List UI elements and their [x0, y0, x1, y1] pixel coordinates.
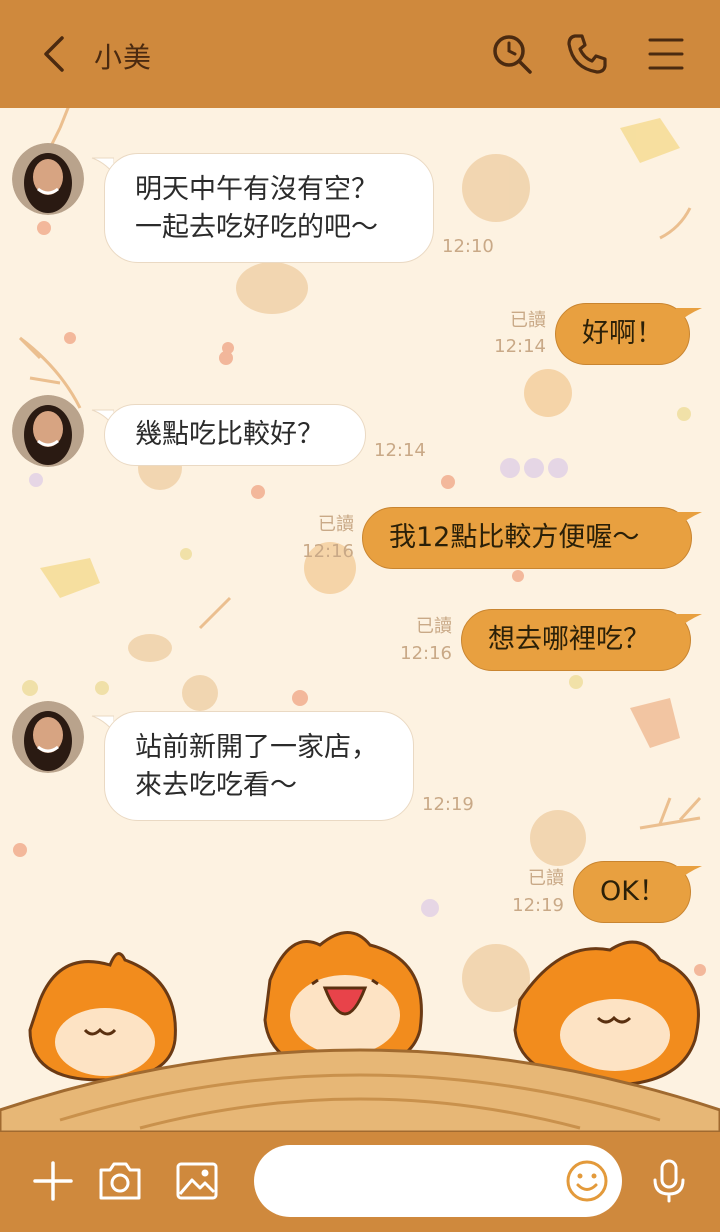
message-bubble-outgoing[interactable]: 好啊！ [555, 303, 690, 365]
message-text: 我12點比較方便喔～ [389, 522, 640, 553]
message-time: 12:19 [422, 794, 474, 815]
message-bubble-outgoing[interactable]: OK！ [573, 861, 691, 923]
message-bubble-incoming[interactable]: 站前新開了一家店， 來去吃吃看～ [104, 711, 414, 821]
read-receipt: 已讀 [318, 514, 354, 535]
message-text: 好啊！ [582, 318, 663, 349]
message-time: 12:16 [400, 643, 452, 664]
menu-icon[interactable] [642, 30, 690, 78]
chat-header: 小美 [0, 0, 720, 108]
message-text: 來去吃吃看～ [135, 770, 297, 801]
microphone-icon[interactable] [646, 1158, 692, 1204]
hamster-illustration [0, 931, 720, 1132]
back-chevron-icon[interactable] [34, 30, 74, 78]
message-time: 12:10 [442, 236, 494, 257]
message-time: 12:14 [374, 440, 426, 461]
message-time: 12:14 [494, 336, 546, 357]
message-bubble-incoming[interactable]: 明天中午有沒有空？ 一起去吃好吃的吧～ [104, 153, 434, 263]
plus-icon[interactable] [30, 1158, 76, 1204]
hamster-right-icon [513, 940, 700, 1087]
hamster-left-icon [28, 952, 177, 1082]
message-text: OK！ [600, 876, 666, 907]
bubble-tail [676, 308, 702, 324]
read-receipt: 已讀 [510, 310, 546, 331]
bubble-tail [676, 866, 702, 882]
emoji-icon[interactable] [564, 1158, 610, 1204]
camera-icon[interactable] [97, 1158, 143, 1204]
search-clock-icon[interactable] [488, 30, 536, 78]
contact-name[interactable]: 小美 [94, 36, 152, 76]
read-receipt: 已讀 [528, 868, 564, 889]
chat-screen: 小美 明天中午有沒有空？ 一起去吃好吃的吧～ 12:10 已讀 12:14 好啊… [0, 0, 720, 1232]
bubble-tail [676, 512, 702, 528]
message-text: 一起去吃好吃的吧～ [135, 212, 378, 243]
message-bubble-incoming[interactable]: 幾點吃比較好？ [104, 404, 366, 466]
message-time: 12:19 [512, 895, 564, 916]
read-receipt: 已讀 [416, 616, 452, 637]
message-text: 幾點吃比較好？ [135, 419, 324, 450]
contact-avatar[interactable] [12, 395, 84, 467]
message-text: 明天中午有沒有空？ [135, 174, 378, 205]
message-bubble-outgoing[interactable]: 想去哪裡吃？ [461, 609, 691, 671]
message-text: 站前新開了一家店， [135, 732, 378, 763]
message-text: 想去哪裡吃？ [488, 624, 650, 655]
phone-icon[interactable] [563, 30, 611, 78]
contact-avatar[interactable] [12, 143, 84, 215]
image-icon[interactable] [174, 1158, 220, 1204]
message-time: 12:16 [302, 541, 354, 562]
contact-avatar[interactable] [12, 701, 84, 773]
message-bubble-outgoing[interactable]: 我12點比較方便喔～ [362, 507, 692, 569]
bubble-tail [676, 614, 702, 630]
